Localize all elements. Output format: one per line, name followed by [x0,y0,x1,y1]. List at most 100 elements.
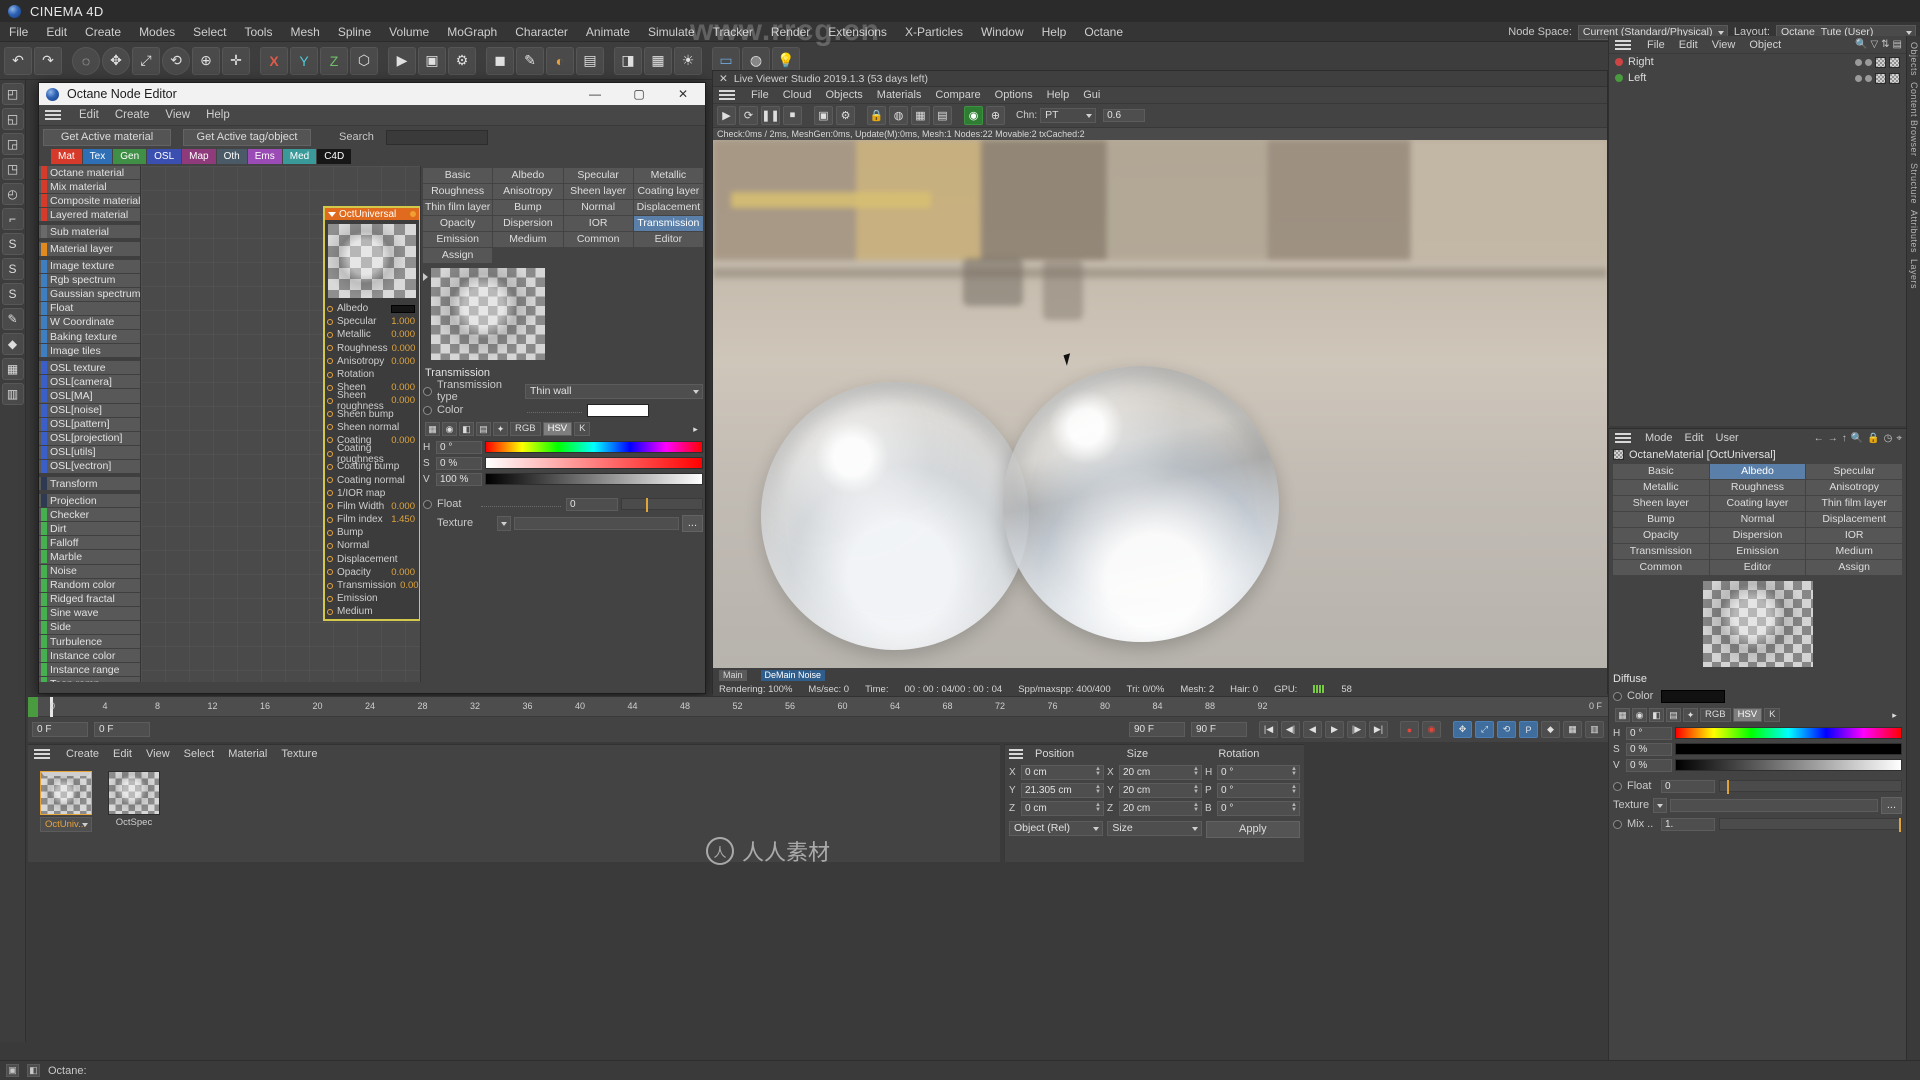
node-attr-tab-normal[interactable]: Normal [563,200,633,215]
attr-color-picker-icon[interactable]: ✦ [1683,708,1698,722]
node-list-item[interactable]: Sine wave [39,606,140,620]
assign-button[interactable]: Assign [423,248,493,263]
left-tool-9[interactable]: ✎ [1,308,24,330]
node-attr-tab-sheen-layer[interactable]: Sheen layer [563,184,633,199]
attributes-tab-basic[interactable]: Basic [1613,464,1709,479]
value-gradient-slider[interactable] [485,473,703,485]
position-x-input[interactable]: 0 cm ▲ ▼ [1021,764,1104,780]
right-tab-attributes[interactable]: Attributes [1907,204,1919,253]
live-viewer-menu-options[interactable]: Options [988,87,1040,104]
object-layer-icon[interactable]: ▤ [1893,39,1902,50]
material-swatch-item[interactable]: OctUniv... [40,771,92,832]
attr-hue-slider[interactable] [1675,727,1902,739]
rgb-mode-button[interactable]: RGB [510,422,541,436]
nurbs-button[interactable]: ◐ [546,46,574,75]
node-port-row[interactable]: Sheen normal [325,421,419,434]
right-tab-content-browser[interactable]: Content Browser [1907,76,1919,157]
cube-button[interactable]: ◼ [486,46,514,75]
attr-hsv-button[interactable]: HSV [1732,708,1763,722]
attributes-tab-anisotropy[interactable]: Anisotropy [1806,480,1902,495]
color-picker-icon[interactable]: ✦ [493,422,508,436]
render-pause-icon[interactable]: ❚❚ [761,106,780,125]
get-active-material-button[interactable]: Get Active material [43,128,171,146]
left-tool-3[interactable]: ◳ [1,158,24,180]
node-type-list[interactable]: Octane material Mix material Composite mat… [39,166,141,682]
node-port-icon[interactable] [327,503,333,510]
node-list-item[interactable]: Turbulence [39,635,140,649]
left-tool-12[interactable]: ▥ [1,383,24,405]
node-port-icon[interactable] [327,542,333,549]
attributes-tab-assign[interactable]: Assign [1806,560,1902,575]
rotate-button[interactable]: ⟲ [162,46,190,75]
node-port-icon[interactable] [327,371,333,378]
attributes-tab-coating-layer[interactable]: Coating layer [1709,496,1806,511]
back-arrow-icon[interactable]: ← [1814,433,1824,444]
node-editor-menu-help[interactable]: Help [198,105,238,126]
node-port-row[interactable]: Bump [325,526,419,539]
node-list-item[interactable]: Toon ramp [39,677,140,682]
menu-item-volume[interactable]: Volume [380,22,438,42]
object-tag-icon[interactable] [1875,56,1886,68]
attr-value-input[interactable]: 0 % [1626,758,1672,772]
node-port-color-swatch[interactable] [391,304,415,313]
size-y-input[interactable]: 20 cm ▲ ▼ [1119,782,1202,798]
rotation-h-input[interactable]: 0 ° ▲ ▼ [1217,764,1300,780]
node-port-row[interactable]: Displacement [325,553,419,566]
node-port-icon[interactable] [327,569,333,576]
material-menu-texture[interactable]: Texture [274,745,324,763]
node-port-value[interactable]: 0.000 [391,382,419,393]
attr-mix-slider[interactable] [1719,818,1902,832]
menu-item-help[interactable]: Help [1033,22,1076,42]
object-menu-view[interactable]: View [1705,36,1743,54]
node-port-icon[interactable] [327,397,333,404]
node-port-icon[interactable] [327,490,333,497]
attr-color-wheel-icon[interactable]: ◉ [1632,708,1647,722]
left-tool-10[interactable]: ◆ [1,333,24,355]
menu-item-file[interactable]: File [0,22,37,42]
color-spectrum-icon[interactable]: ▤ [476,422,491,436]
node-list-item[interactable]: Marble [39,550,140,564]
attributes-menu-mode[interactable]: Mode [1639,429,1679,447]
attributes-tab-transmission[interactable]: Transmission [1613,544,1709,559]
attr-hue-input[interactable]: 0 ° [1626,726,1672,740]
move-button[interactable]: ✥ [102,46,130,75]
node-list-item[interactable]: OSL[camera] [39,375,140,389]
attr-saturation-input[interactable]: 0 % [1626,742,1672,756]
node-port-value[interactable]: 0.000 [391,501,419,512]
render-region-button[interactable]: ▣ [418,46,446,75]
x-axis-button[interactable]: X [260,46,288,75]
forward-arrow-icon[interactable]: → [1828,433,1838,444]
left-tool-5[interactable]: ⌐ [1,208,24,230]
attr-color-radio[interactable] [1613,691,1622,701]
render-settings-button[interactable]: ⚙ [448,46,476,75]
float-input[interactable]: 0 [566,497,618,511]
node-attr-tab-emission[interactable]: Emission [423,232,493,247]
collapse-triangle-icon[interactable] [328,211,336,217]
node-attr-tab-basic[interactable]: Basic [423,168,493,183]
scale-button[interactable]: ⤢ [132,46,160,75]
right-tab-layers[interactable]: Layers [1907,253,1919,289]
node-port-row[interactable]: Film Width 0.000 [325,500,419,513]
material-menu-material[interactable]: Material [221,745,274,763]
autokey-button[interactable]: ◉ [1422,721,1441,738]
timeline-endframe-field[interactable]: 90 F [1129,722,1185,737]
left-tool-8[interactable]: S [1,283,24,305]
node-list-item[interactable]: Image texture [39,259,140,273]
right-tab-objects[interactable]: Objects [1907,36,1919,76]
node-list-item[interactable]: Float [39,301,140,315]
transmission-color-swatch[interactable] [586,403,649,417]
settings-icon[interactable]: ⚙ [836,106,855,125]
node-port-icon[interactable] [327,450,333,457]
node-port-icon[interactable] [327,305,333,312]
node-list-item[interactable]: OSL[MA] [39,389,140,403]
node-port-row[interactable]: 1/IOR map [325,487,419,500]
node-port-row[interactable]: Specular 1.000 [325,315,419,328]
live-selection-button[interactable]: ◌ [72,46,100,75]
region-icon[interactable]: ▣ [814,106,833,125]
node-list-item[interactable]: OSL[vectron] [39,459,140,473]
node-list-item[interactable]: OSL[projection] [39,431,140,445]
attr-float-input[interactable]: 0 [1661,779,1715,793]
spinner-icon[interactable]: ▲ ▼ [1193,766,1199,777]
left-tool-1[interactable]: ◱ [1,108,24,130]
up-arrow-icon[interactable]: ↑ [1842,433,1847,444]
